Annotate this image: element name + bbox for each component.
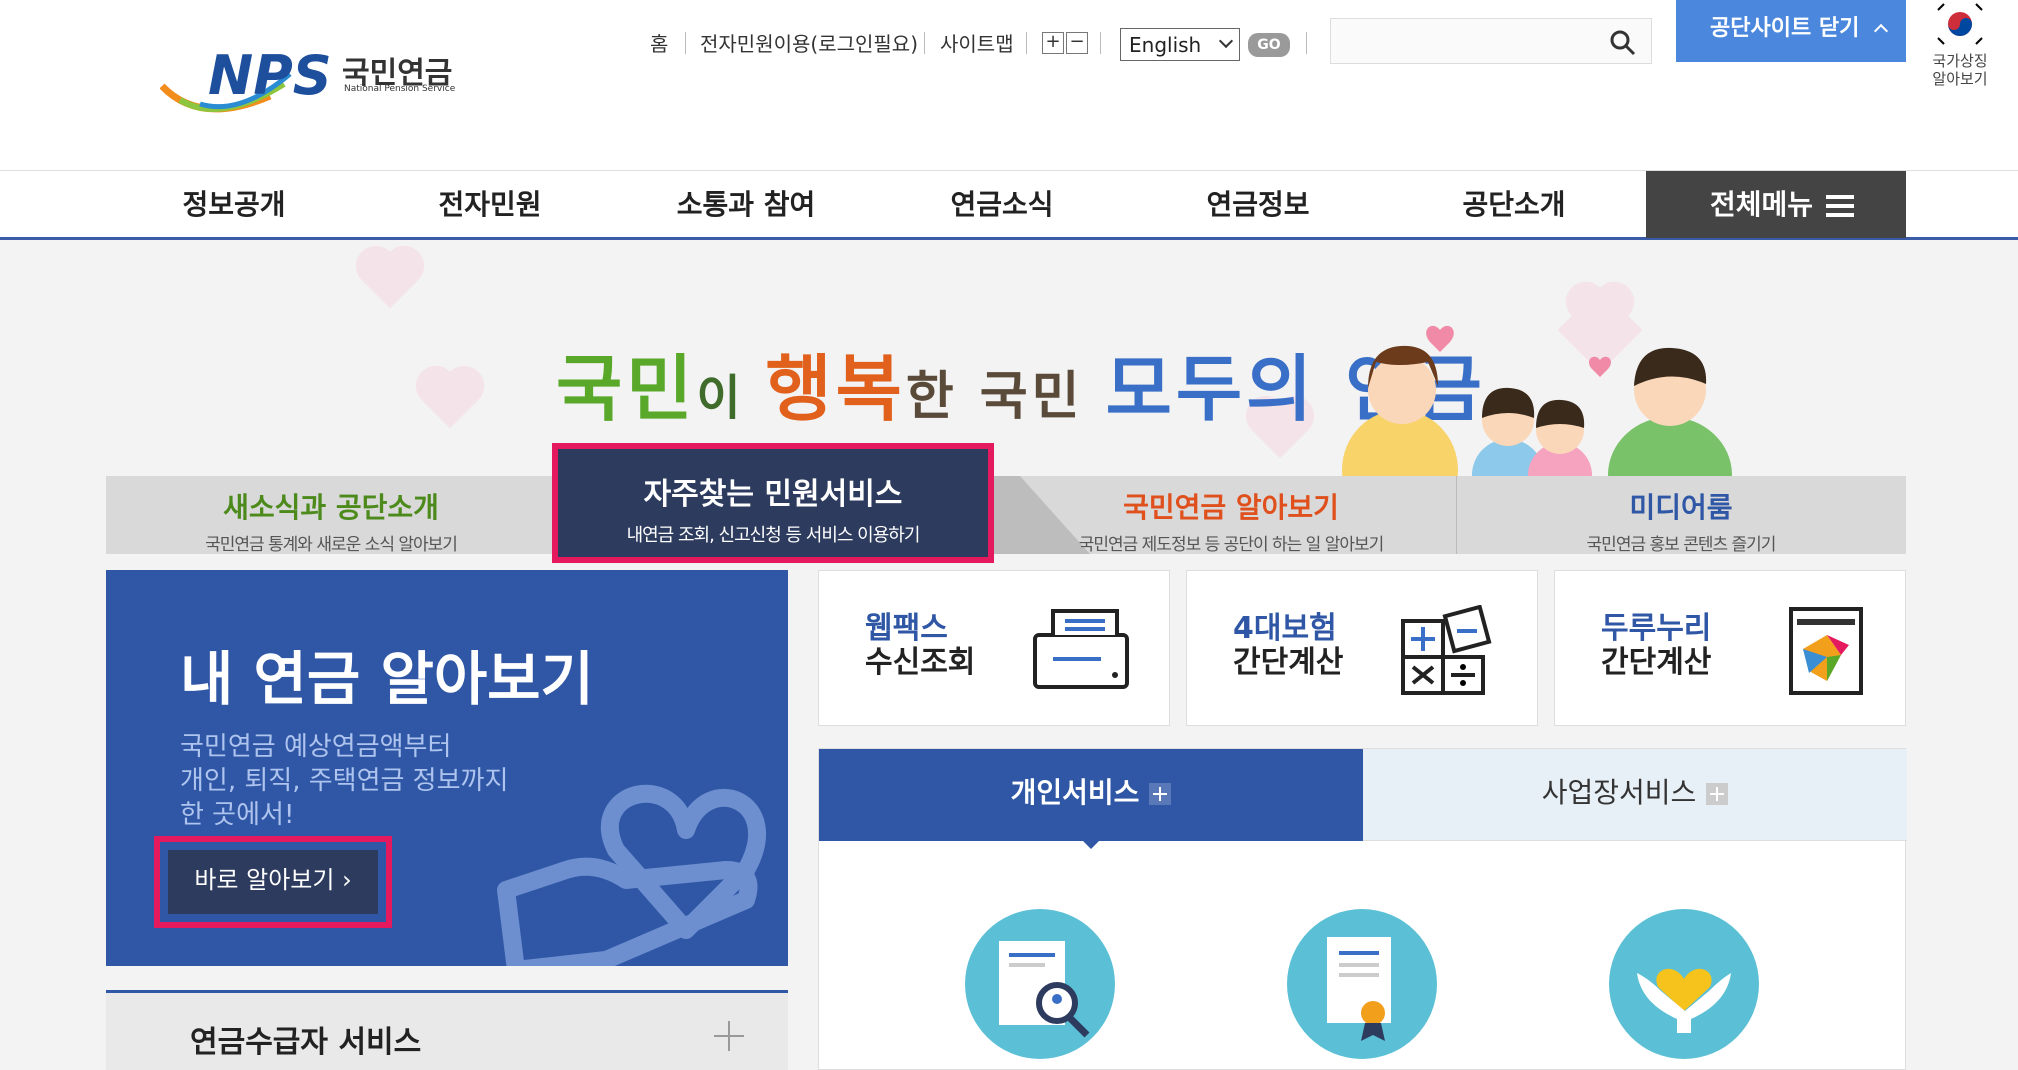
nav-item-pension-info[interactable]: 연금정보 bbox=[1158, 183, 1358, 223]
family-illustration bbox=[1342, 325, 1732, 480]
pensioner-service-accordion[interactable]: 연금수급자 서비스 bbox=[106, 990, 788, 1070]
tab-title: 미디어룸 bbox=[1629, 491, 1733, 524]
nav-item-eservice[interactable]: 전자민원 bbox=[390, 183, 590, 223]
category-tabs: 새소식과 공단소개 국민연금 통계와 새로운 소식 알아보기 국민연금 알아보기… bbox=[106, 476, 1906, 555]
chevron-up-icon bbox=[1873, 23, 1889, 39]
national-symbol-link[interactable]: 국가상징 알아보기 bbox=[1920, 0, 2000, 96]
page: { "header": { "logo_text": "NPS", "logo_… bbox=[0, 0, 2018, 1070]
tab-news[interactable]: 새소식과 공단소개 국민연금 통계와 새로운 소식 알아보기 bbox=[106, 476, 556, 555]
tab-mediaroom[interactable]: 미디어룸 국민연금 홍보 콘텐츠 즐기기 bbox=[1456, 476, 1906, 555]
calculator-icon bbox=[1401, 605, 1492, 695]
zoom-out-button[interactable]: − bbox=[1066, 32, 1088, 54]
main-nav: 정보공개 전자민원 소통과 참여 연금소식 연금정보 공단소개 전체메뉴 bbox=[0, 170, 2018, 240]
quick-card-insurance-calc[interactable]: 4대보험 간단계산 bbox=[1186, 570, 1538, 726]
tab-frequent-services[interactable]: 자주찾는 민원서비스 내연금 조회, 신고신청 등 서비스 이용하기 bbox=[552, 443, 994, 563]
chevron-down-icon bbox=[1218, 33, 1234, 49]
document-search-icon bbox=[999, 941, 1090, 1038]
certificate-icon bbox=[1327, 937, 1391, 1041]
util-link-home[interactable]: 홈 bbox=[650, 28, 668, 57]
heart-hand-icon bbox=[497, 784, 767, 966]
national-symbol-line2: 알아보기 bbox=[1932, 70, 1988, 88]
tab-subtitle: 국민연금 통계와 새로운 소식 알아보기 bbox=[205, 535, 458, 555]
plus-icon bbox=[1149, 783, 1172, 805]
my-pension-title: 내 연금 알아보기 bbox=[180, 645, 594, 713]
my-pension-desc: 국민연금 예상연금액부터 bbox=[180, 732, 452, 762]
tab-title: 자주찾는 민원서비스 bbox=[643, 477, 903, 512]
tab-personal-label: 개인서비스 bbox=[1010, 776, 1140, 809]
slogan-part: 이 bbox=[696, 370, 766, 426]
search-input[interactable] bbox=[1330, 18, 1652, 64]
slogan-part: 한 국민 bbox=[905, 367, 1106, 427]
my-pension-desc: 한 곳에서! bbox=[180, 800, 295, 830]
slogan-part: 모두의 bbox=[1105, 347, 1317, 431]
service-icon-document-search[interactable] bbox=[965, 909, 1115, 1059]
close-site-button[interactable]: 공단사이트 닫기 bbox=[1676, 0, 1906, 62]
hamburger-icon bbox=[1826, 195, 1854, 217]
util-link-login[interactable]: 전자민원이용(로그인필요) bbox=[700, 28, 918, 57]
divider bbox=[1026, 32, 1027, 54]
tab-business-label: 사업장서비스 bbox=[1541, 776, 1697, 809]
nav-item-communication[interactable]: 소통과 참여 bbox=[646, 183, 846, 223]
service-icon-heart-hands[interactable] bbox=[1609, 909, 1759, 1059]
util-link-sitemap[interactable]: 사이트맵 bbox=[940, 28, 1014, 57]
slogan-part: 행복 bbox=[765, 347, 906, 431]
language-select[interactable]: English bbox=[1120, 28, 1240, 61]
heart-decoration bbox=[361, 251, 419, 309]
heart-hands-icon bbox=[1637, 968, 1731, 1033]
go-button[interactable]: GO bbox=[1248, 33, 1290, 57]
logo-text: NPS bbox=[208, 44, 332, 107]
search-icon[interactable] bbox=[1609, 29, 1637, 57]
zoom-in-button[interactable]: + bbox=[1042, 32, 1064, 54]
tab-personal-service[interactable]: 개인서비스 bbox=[819, 749, 1363, 849]
durunuri-icon bbox=[1789, 607, 1863, 695]
divider bbox=[924, 32, 925, 54]
national-symbol-line1: 국가상징 bbox=[1932, 52, 1988, 70]
tab-title: 새소식과 공단소개 bbox=[223, 491, 439, 524]
service-panel: 개인서비스 사업장서비스 bbox=[818, 748, 1907, 1070]
divider bbox=[685, 32, 686, 54]
nav-item-info[interactable]: 정보공개 bbox=[134, 183, 334, 223]
nav-item-about[interactable]: 공단소개 bbox=[1414, 183, 1614, 223]
quick-card-durunuri[interactable]: 두루누리 간단계산 bbox=[1554, 570, 1906, 726]
divider bbox=[1100, 32, 1101, 54]
divider bbox=[1306, 32, 1307, 54]
my-pension-desc: 개인, 퇴직, 주택연금 정보까지 bbox=[180, 766, 509, 796]
tab-subtitle: 내연금 조회, 신고신청 등 서비스 이용하기 bbox=[626, 525, 921, 546]
service-icon-certificate[interactable] bbox=[1287, 909, 1437, 1059]
pensioner-service-title: 연금수급자 서비스 bbox=[190, 1025, 422, 1060]
slogan-part: 국민 bbox=[556, 347, 697, 431]
heart-decoration bbox=[421, 371, 479, 429]
quick-card-webfax[interactable]: 웹팩스 수신조회 bbox=[818, 570, 1170, 726]
card-title: 간단계산 bbox=[1233, 645, 1344, 680]
card-title: 수신조회 bbox=[865, 645, 976, 680]
all-menu-button[interactable]: 전체메뉴 bbox=[1646, 171, 1906, 238]
go-check-button[interactable]: 바로 알아보기 › bbox=[154, 836, 392, 928]
taegukgi-icon bbox=[1934, 0, 1986, 48]
fax-icon bbox=[1033, 609, 1129, 689]
logo-english: National Pension Service bbox=[344, 84, 456, 94]
tab-subtitle: 국민연금 홍보 콘텐츠 즐기기 bbox=[1586, 535, 1777, 555]
tab-subtitle: 국민연금 제도정보 등 공단이 하는 일 알아보기 bbox=[1078, 535, 1385, 555]
card-title: 간단계산 bbox=[1601, 645, 1712, 680]
nps-logo[interactable]: NPS 국민연금 National Pension Service bbox=[159, 44, 460, 124]
plus-icon[interactable] bbox=[714, 1021, 744, 1051]
nav-item-news[interactable]: 연금소식 bbox=[902, 183, 1102, 223]
tab-pension-guide[interactable]: 국민연금 알아보기 국민연금 제도정보 등 공단이 하는 일 알아보기 bbox=[1006, 476, 1456, 555]
my-pension-panel: 내 연금 알아보기 국민연금 예상연금액부터 개인, 퇴직, 주택연금 정보까지… bbox=[106, 570, 788, 966]
close-site-label: 공단사이트 닫기 bbox=[1710, 16, 1860, 41]
tab-title: 국민연금 알아보기 bbox=[1123, 491, 1339, 524]
all-menu-label: 전체메뉴 bbox=[1710, 188, 1814, 221]
language-value: English bbox=[1129, 33, 1202, 57]
tab-business-service[interactable]: 사업장서비스 bbox=[1363, 749, 1907, 841]
plus-icon bbox=[1706, 783, 1729, 805]
